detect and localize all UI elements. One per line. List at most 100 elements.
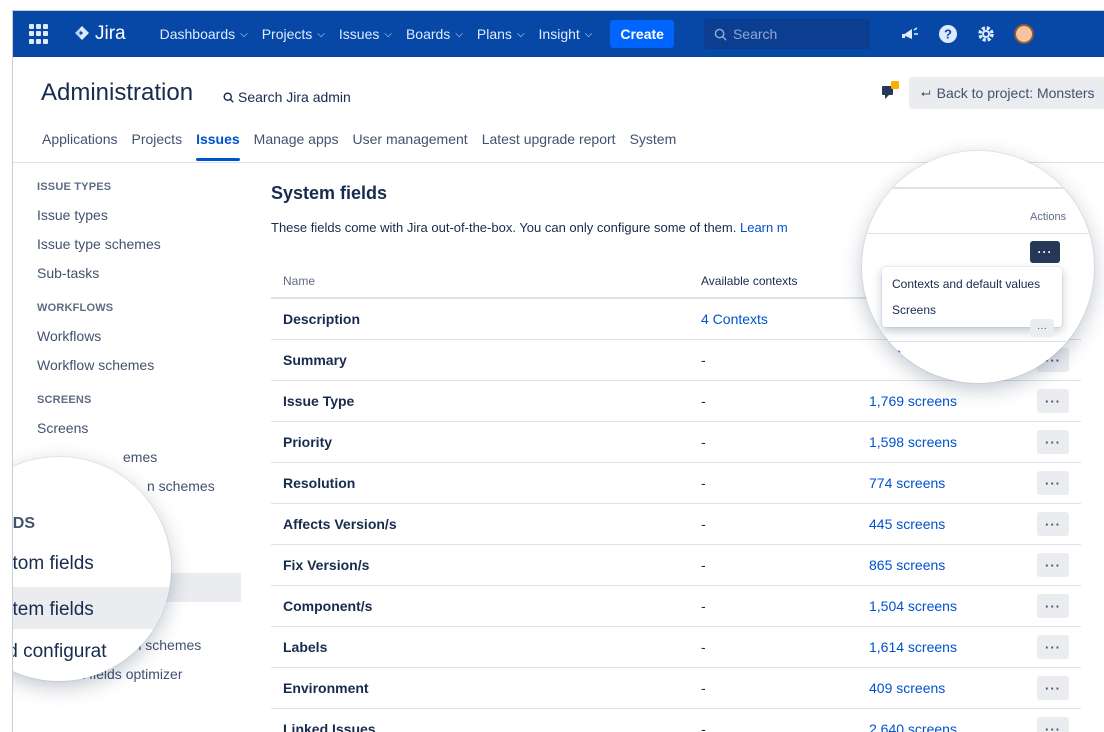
more-actions-button[interactable]: ··· — [1037, 594, 1069, 618]
admin-search-link[interactable]: Search Jira admin — [223, 89, 351, 105]
field-actions: ··· — [1037, 471, 1081, 495]
logo-text: Jira — [95, 23, 126, 44]
admin-tabs: Applications Projects Issues Manage apps… — [35, 131, 683, 161]
nav-dashboards[interactable]: Dashboards ⌵ — [160, 26, 248, 42]
header-rule — [862, 187, 1094, 189]
learn-more-link[interactable]: Learn m — [740, 220, 788, 235]
field-actions: ··· — [1037, 389, 1081, 413]
admin-search-label: Search Jira admin — [238, 89, 351, 105]
more-actions-button[interactable]: ··· — [1037, 676, 1069, 700]
megaphone-icon[interactable] — [900, 25, 920, 43]
field-contexts: - — [701, 721, 706, 732]
jira-logo[interactable]: Jira — [73, 23, 126, 45]
sidebar-item-workflows[interactable]: Workflows — [37, 322, 257, 351]
chevron-down-icon: ⌵ — [584, 28, 593, 40]
sidebar-section-fields: LDS — [12, 515, 35, 532]
table-row: Component/s - 1,504 screens ··· — [271, 586, 1081, 627]
table-row: Labels - 1,614 screens ··· — [271, 627, 1081, 668]
table-row: Affects Version/s - 445 screens ··· — [271, 504, 1081, 545]
tab-projects[interactable]: Projects — [125, 131, 190, 161]
sidebar-section-screens: SCREENS — [37, 394, 92, 406]
sidebar-item-screens[interactable]: Screens — [37, 414, 257, 443]
gear-icon[interactable] — [976, 24, 996, 44]
nav-menu: Dashboards ⌵ Projects ⌵ Issues ⌵ Boards ⌵ Pl… — [160, 20, 674, 48]
field-actions: ··· — [1037, 594, 1081, 618]
tab-applications[interactable]: Applications — [35, 131, 125, 161]
field-screens-link[interactable]: 445 screens — [869, 516, 1037, 532]
field-screens-link[interactable]: 2,640 screens — [869, 721, 1037, 732]
nav-projects[interactable]: Projects ⌵ — [262, 26, 325, 42]
table-row: Issue Type - 1,769 screens ··· — [271, 381, 1081, 422]
more-actions-button[interactable]: ··· — [1037, 635, 1069, 659]
feedback-icon[interactable] — [881, 81, 903, 106]
sidebar-section-workflows: WORKFLOWS — [37, 302, 114, 314]
nav-plans[interactable]: Plans ⌵ — [477, 26, 525, 42]
field-screens-link[interactable]: 774 screens — [869, 475, 1037, 491]
search-icon — [223, 91, 234, 103]
tab-issues[interactable]: Issues — [189, 131, 247, 161]
field-contexts: - — [701, 598, 706, 614]
field-screens-link[interactable]: 865 screens — [869, 557, 1037, 573]
jira-logo-icon — [75, 26, 89, 40]
back-button-label: Back to project: Monsters — [936, 85, 1095, 101]
sidebar-item-field-configurations-zoom[interactable]: ld configurat — [13, 641, 107, 663]
tab-latest-upgrade-report[interactable]: Latest upgrade report — [475, 131, 623, 161]
chevron-down-icon: ⌵ — [516, 28, 525, 40]
field-actions: ··· — [1037, 553, 1081, 577]
nav-label: Plans — [476, 26, 512, 42]
field-screens-link[interactable]: 409 screens — [869, 680, 1037, 696]
sidebar-section-issue-types: ISSUE TYPES — [37, 181, 112, 193]
search-icon — [714, 28, 727, 41]
section-description: These fields come with Jira out-of-the-b… — [271, 220, 851, 238]
more-actions-button[interactable]: ··· — [1037, 471, 1069, 495]
help-icon[interactable]: ? — [938, 24, 958, 44]
more-actions-button[interactable]: ··· — [1037, 389, 1069, 413]
tab-system[interactable]: System — [623, 131, 684, 161]
menu-item-contexts-default-values[interactable]: Contexts and default values — [882, 271, 1062, 297]
search-placeholder: Search — [732, 26, 778, 42]
field-actions: ··· — [1037, 676, 1081, 700]
app-switcher-icon[interactable] — [29, 24, 49, 44]
nav-label: Projects — [261, 26, 313, 42]
more-actions-button[interactable]: ··· — [1037, 553, 1069, 577]
sidebar-item-issue-types[interactable]: Issue types — [37, 201, 257, 230]
sidebar-item-custom-fields[interactable]: stom fields — [13, 553, 94, 575]
table-row: Linked Issues - 2,640 screens ··· — [271, 709, 1081, 732]
more-actions-button[interactable]: ··· — [1037, 512, 1069, 536]
field-screens-link[interactable]: 1,504 screens — [869, 598, 1037, 614]
actions-menu-button-open[interactable]: ··· — [1030, 241, 1060, 263]
chevron-down-icon: ⌵ — [455, 28, 463, 40]
column-actions: Actions — [1030, 211, 1067, 223]
tab-manage-apps[interactable]: Manage apps — [247, 131, 346, 161]
sidebar-item-sub-tasks[interactable]: Sub-tasks — [37, 259, 257, 288]
actions-magnifier: Actions ··· Contexts and default values … — [862, 151, 1094, 383]
field-name: Issue Type — [283, 393, 355, 409]
nav-label: Issues — [338, 26, 380, 42]
sidebar-item-issue-type-schemes[interactable]: Issue type schemes — [37, 230, 257, 259]
sidebar-item-system-fields-zoom[interactable]: stem fields — [13, 599, 94, 621]
sidebar-item-workflow-schemes[interactable]: Workflow schemes — [37, 351, 257, 380]
field-contexts[interactable]: 4 Contexts — [701, 311, 869, 327]
field-contexts: - — [701, 352, 706, 368]
nav-issues[interactable]: Issues ⌵ — [339, 26, 392, 42]
screenshot-frame: Jira Dashboards ⌵ Projects ⌵ Issues ⌵ Board… — [0, 0, 1104, 732]
more-actions-button[interactable]: ··· — [1037, 430, 1069, 454]
field-screens-link[interactable]: 1,598 screens — [869, 434, 1037, 450]
search-input[interactable]: Search — [703, 19, 870, 49]
actions-menu-button[interactable]: ··· — [1030, 319, 1054, 337]
create-button[interactable]: Create — [610, 20, 674, 48]
nav-insight[interactable]: Insight ⌵ — [539, 26, 593, 42]
screens-link-partial[interactable]: 1,6 — [882, 347, 901, 363]
back-to-project-button[interactable]: ⮠ Back to project: Monsters — [909, 77, 1104, 109]
field-name: Component/s — [283, 598, 373, 614]
field-name: Summary — [283, 352, 347, 368]
nav-label: Dashboards — [159, 26, 236, 42]
tab-user-management[interactable]: User management — [346, 131, 475, 161]
user-avatar[interactable] — [1013, 24, 1034, 44]
nav-boards[interactable]: Boards ⌵ — [406, 26, 463, 42]
table-row: Resolution - 774 screens ··· — [271, 463, 1081, 504]
chevron-down-icon: ⌵ — [317, 28, 325, 40]
field-screens-link[interactable]: 1,614 screens — [869, 639, 1037, 655]
more-actions-button[interactable]: ··· — [1037, 717, 1069, 732]
field-screens-link[interactable]: 1,769 screens — [869, 393, 1037, 409]
